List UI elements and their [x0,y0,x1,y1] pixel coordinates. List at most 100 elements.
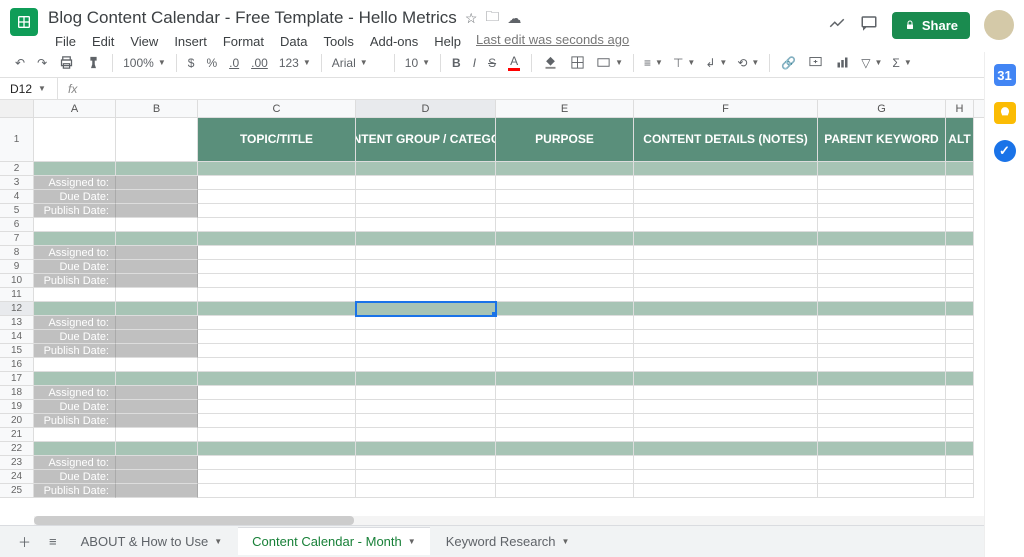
cell-3-D[interactable] [356,176,496,190]
cell-25-H[interactable] [946,484,974,498]
cell-6-A[interactable] [34,218,116,232]
cell-15-B[interactable] [116,344,198,358]
cell-14-B[interactable] [116,330,198,344]
cell-4-G[interactable] [818,190,946,204]
text-color-button[interactable]: A [503,51,525,74]
cell-7-B[interactable] [116,232,198,246]
cell-19-F[interactable] [634,400,818,414]
row-header-1[interactable]: 1 [0,118,34,162]
row-header-5[interactable]: 5 [0,204,34,218]
row-header-14[interactable]: 14 [0,330,34,344]
cell-20-A[interactable]: Publish Date: [34,414,116,428]
cell-10-G[interactable] [818,274,946,288]
row-header-20[interactable]: 20 [0,414,34,428]
cell-1-F[interactable]: CONTENT DETAILS (NOTES) [634,118,818,162]
cell-24-F[interactable] [634,470,818,484]
cell-7-A[interactable] [34,232,116,246]
italic-button[interactable]: I [468,53,481,73]
cell-23-B[interactable] [116,456,198,470]
cell-20-D[interactable] [356,414,496,428]
col-header-a[interactable]: A [34,100,116,117]
cell-14-E[interactable] [496,330,634,344]
cell-5-A[interactable]: Publish Date: [34,204,116,218]
cell-4-D[interactable] [356,190,496,204]
cell-8-H[interactable] [946,246,974,260]
cell-25-G[interactable] [818,484,946,498]
cell-5-G[interactable] [818,204,946,218]
cell-22-G[interactable] [818,442,946,456]
cell-6-F[interactable] [634,218,818,232]
cell-6-G[interactable] [818,218,946,232]
link-button[interactable]: 🔗 [776,53,801,73]
cell-2-C[interactable] [198,162,356,176]
cell-20-C[interactable] [198,414,356,428]
font-size-select[interactable]: 10▼ [401,54,434,72]
select-all-corner[interactable] [0,100,34,117]
cell-20-E[interactable] [496,414,634,428]
cell-12-A[interactable] [34,302,116,316]
cell-19-A[interactable]: Due Date: [34,400,116,414]
cell-19-E[interactable] [496,400,634,414]
cell-3-B[interactable] [116,176,198,190]
menu-data[interactable]: Data [273,32,314,51]
horizontal-scrollbar[interactable] [34,516,984,525]
cell-5-H[interactable] [946,204,974,218]
cell-12-D[interactable] [356,302,496,316]
bold-button[interactable]: B [447,53,466,73]
row-header-21[interactable]: 21 [0,428,34,442]
row-header-13[interactable]: 13 [0,316,34,330]
cell-11-H[interactable] [946,288,974,302]
cell-24-C[interactable] [198,470,356,484]
cell-12-E[interactable] [496,302,634,316]
cell-21-B[interactable] [116,428,198,442]
cell-15-G[interactable] [818,344,946,358]
cell-12-H[interactable] [946,302,974,316]
row-header-19[interactable]: 19 [0,400,34,414]
cell-1-A[interactable] [34,118,116,162]
cell-2-E[interactable] [496,162,634,176]
all-sheets-button[interactable]: ≡ [41,530,65,553]
account-avatar[interactable] [984,10,1014,40]
calendar-addon-icon[interactable]: 31 [994,64,1016,86]
row-header-6[interactable]: 6 [0,218,34,232]
cell-22-B[interactable] [116,442,198,456]
comment-button[interactable] [803,52,828,73]
cell-10-F[interactable] [634,274,818,288]
cell-11-B[interactable] [116,288,198,302]
cell-9-B[interactable] [116,260,198,274]
cell-3-A[interactable]: Assigned to: [34,176,116,190]
cell-8-B[interactable] [116,246,198,260]
cell-15-F[interactable] [634,344,818,358]
cell-9-A[interactable]: Due Date: [34,260,116,274]
cell-2-G[interactable] [818,162,946,176]
cell-21-H[interactable] [946,428,974,442]
cell-21-A[interactable] [34,428,116,442]
row-header-2[interactable]: 2 [0,162,34,176]
cell-17-F[interactable] [634,372,818,386]
cell-19-C[interactable] [198,400,356,414]
cell-8-A[interactable]: Assigned to: [34,246,116,260]
cell-5-F[interactable] [634,204,818,218]
cell-4-H[interactable] [946,190,974,204]
activity-icon[interactable] [828,14,846,37]
cell-12-C[interactable] [198,302,356,316]
cell-7-H[interactable] [946,232,974,246]
cell-8-G[interactable] [818,246,946,260]
cell-16-B[interactable] [116,358,198,372]
document-title[interactable]: Blog Content Calendar - Free Template - … [48,8,457,28]
cell-12-G[interactable] [818,302,946,316]
cell-13-B[interactable] [116,316,198,330]
row-header-24[interactable]: 24 [0,470,34,484]
row-header-22[interactable]: 22 [0,442,34,456]
cell-21-E[interactable] [496,428,634,442]
cell-3-H[interactable] [946,176,974,190]
cell-25-F[interactable] [634,484,818,498]
cell-11-D[interactable] [356,288,496,302]
menu-format[interactable]: Format [216,32,271,51]
name-box[interactable]: D12 ▼ [0,78,58,99]
cell-25-D[interactable] [356,484,496,498]
cell-18-A[interactable]: Assigned to: [34,386,116,400]
cell-1-H[interactable]: ALT [946,118,974,162]
cell-14-D[interactable] [356,330,496,344]
paint-format-button[interactable] [81,52,106,73]
